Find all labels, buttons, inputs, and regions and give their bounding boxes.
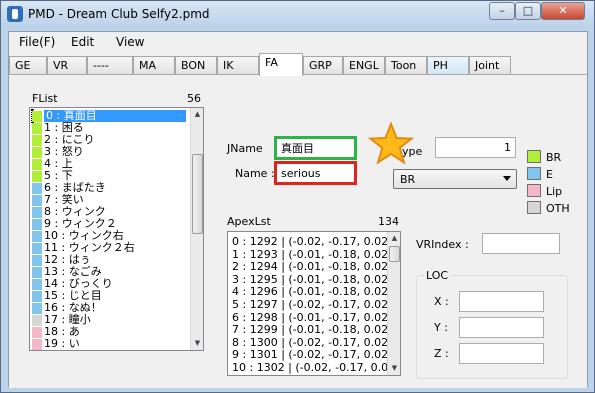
minimize-button[interactable]: – [489, 2, 515, 20]
loc-label: LOC [424, 269, 451, 282]
scroll-down-arrow-icon[interactable]: ▼ [192, 338, 203, 349]
apex-item[interactable]: 10 : 1302 | (-0.02, -0.17, 0.02) [232, 362, 399, 374]
loc-y-label: Y : [434, 321, 448, 334]
apex-item[interactable]: 9 : 1301 | (-0.02, -0.17, 0.02) [232, 349, 392, 361]
tab-ma[interactable]: MA [133, 56, 175, 75]
category-swatch [32, 231, 42, 242]
type-input[interactable]: 1 [435, 137, 516, 158]
legend-swatch-oth [527, 201, 541, 214]
legend-label-e: E [546, 168, 553, 181]
legend-swatch-e [527, 167, 541, 180]
window-title: PMD - Dream Club Selfy2.pmd [28, 7, 210, 21]
scroll-down-arrow-icon[interactable]: ▼ [389, 363, 400, 374]
apex-item[interactable]: 2 : 1294 | (-0.01, -0.18, 0.02) [232, 261, 392, 273]
maximize-button[interactable]: □ [515, 2, 541, 20]
tab-ge[interactable]: GE [9, 56, 47, 75]
chevron-down-icon [503, 176, 511, 181]
menu-bar: File(F) Edit View [9, 32, 587, 52]
name-label: Name : [235, 167, 275, 180]
menu-file[interactable]: File(F) [19, 35, 55, 49]
category-swatch [32, 147, 42, 158]
category-swatch [32, 255, 42, 266]
legend-label-oth: OTH [546, 202, 570, 215]
apexlst-count: 134 [378, 215, 399, 228]
tab-dashes[interactable]: ---- [87, 56, 133, 75]
vrindex-input[interactable] [482, 233, 560, 254]
apex-item[interactable]: 0 : 1292 | (-0.02, -0.17, 0.02) [232, 236, 392, 248]
apex-listbox[interactable]: 0 : 1292 | (-0.02, -0.17, 0.02) 1 : 1293 … [227, 231, 401, 376]
category-swatch [32, 123, 42, 134]
star-icon [368, 121, 414, 165]
type-label: ype [402, 145, 423, 158]
category-swatch [32, 279, 42, 290]
legend-label-br: BR [546, 151, 562, 164]
category-swatch [32, 171, 42, 182]
legend-label-lip: Lip [546, 185, 563, 198]
jname-label: JName [227, 142, 263, 155]
scroll-up-arrow-icon[interactable]: ▲ [192, 109, 203, 120]
flist-label: FList [32, 92, 58, 105]
vrindex-label: VRIndex : [416, 238, 469, 251]
tab-joint[interactable]: Joint [469, 56, 511, 75]
type-combo-value: BR [400, 173, 416, 186]
category-swatch [32, 243, 42, 254]
loc-y-input[interactable] [459, 317, 544, 338]
category-swatch [32, 315, 42, 326]
category-swatch [32, 219, 42, 230]
tab-vr[interactable]: VR [47, 56, 87, 75]
tab-ph[interactable]: PH [427, 56, 469, 75]
apex-scrollbar[interactable]: ▲ ▼ [387, 232, 400, 375]
flist-listbox[interactable]: 0 : 真面目 1 : 困る 2 : にこり 3 : 怒り 4 : 上5 : 下6 : … [29, 107, 204, 351]
title-bar[interactable]: PMD - Dream Club Selfy2.pmd – □ ✕ [1, 1, 594, 27]
scroll-up-arrow-icon[interactable]: ▲ [389, 233, 400, 244]
pmd-app-icon [7, 6, 23, 22]
apex-item[interactable]: 6 : 1298 | (-0.01, -0.17, 0.02) [232, 311, 392, 324]
client-area: File(F) Edit View GE VR ---- MA BON IK F… [8, 31, 588, 388]
scroll-thumb[interactable] [389, 246, 400, 262]
category-swatch [32, 339, 42, 350]
category-swatch [32, 327, 42, 338]
fa-panel: FList 56 0 : 真面目 1 : 困る 2 : にこり 3 : 怒り 4 : 上… [9, 74, 587, 388]
type-value: 1 [504, 141, 511, 154]
loc-x-input[interactable] [459, 291, 544, 312]
category-swatch [32, 135, 42, 146]
menu-edit[interactable]: Edit [71, 35, 94, 49]
type-combobox[interactable]: BR [393, 169, 517, 189]
category-swatch [32, 195, 42, 206]
legend-swatch-lip [527, 184, 541, 197]
loc-z-input[interactable] [459, 343, 544, 364]
loc-x-label: X : [434, 295, 449, 308]
category-swatch [32, 267, 42, 278]
flist-scrollbar[interactable]: ▲ ▼ [190, 108, 203, 350]
apex-item[interactable]: 1 : 1293 | (-0.01, -0.18, 0.02) [232, 248, 392, 261]
category-swatch [32, 303, 42, 314]
apexlst-label: ApexLst [227, 215, 271, 228]
category-swatch [32, 291, 42, 302]
close-button[interactable]: ✕ [541, 2, 585, 20]
scroll-thumb[interactable] [192, 154, 203, 234]
category-swatch [32, 159, 42, 170]
apex-item[interactable]: 8 : 1300 | (-0.02, -0.17, 0.02) [232, 336, 392, 349]
apex-item[interactable]: 3 : 1295 | (-0.01, -0.18, 0.02) [232, 273, 392, 286]
tab-grp[interactable]: GRP [303, 56, 343, 75]
category-swatch [32, 207, 42, 218]
apex-item[interactable]: 7 : 1299 | (-0.01, -0.18, 0.02) [232, 324, 392, 336]
category-swatch [32, 183, 42, 194]
app-window: PMD - Dream Club Selfy2.pmd – □ ✕ File(F… [0, 0, 595, 393]
flist-item-label: 19 : い [44, 337, 80, 350]
flist-count: 56 [187, 92, 201, 105]
tab-engl[interactable]: ENGL [343, 56, 385, 75]
jname-input[interactable]: 真面目 [274, 136, 357, 160]
name-input[interactable]: serious [274, 161, 357, 185]
tab-bon[interactable]: BON [175, 56, 217, 75]
tab-ik[interactable]: IK [217, 56, 259, 75]
loc-z-label: Z : [434, 347, 449, 360]
legend-swatch-br [527, 150, 541, 163]
menu-view[interactable]: View [116, 35, 144, 49]
apex-item[interactable]: 4 : 1296 | (-0.01, -0.18, 0.02) [232, 286, 392, 298]
apex-item[interactable]: 5 : 1297 | (-0.02, -0.17, 0.02) [232, 299, 392, 311]
category-swatch [32, 111, 42, 122]
tab-fa[interactable]: FA [259, 53, 303, 76]
tab-toon[interactable]: Toon [385, 56, 427, 75]
